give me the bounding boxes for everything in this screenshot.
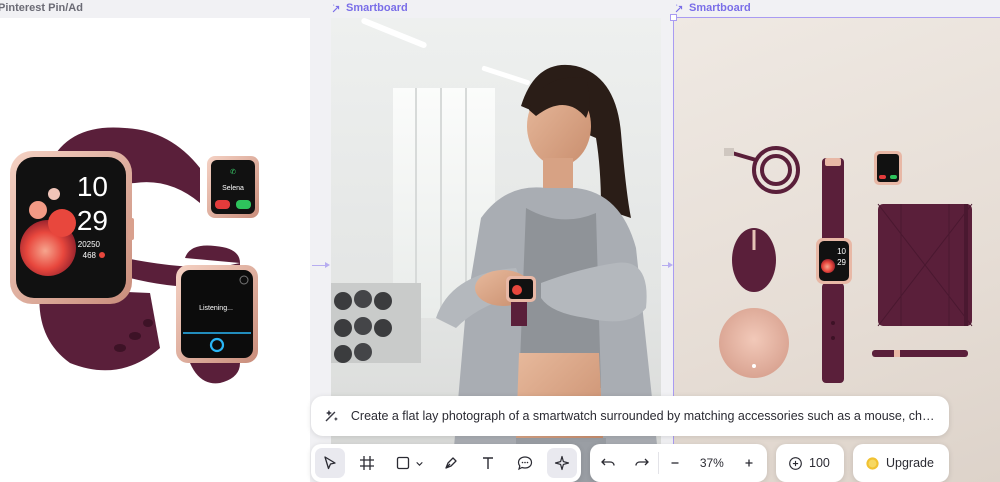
chevron-down-icon — [415, 461, 423, 466]
prompt-bar[interactable]: Create a flat lay photograph of a smartw… — [311, 396, 949, 436]
svg-text:29: 29 — [837, 258, 846, 267]
connector-line — [312, 265, 326, 266]
sparkle-arrow-icon — [332, 3, 340, 12]
comment-tool-button[interactable] — [510, 448, 540, 478]
sparkle-icon — [554, 455, 570, 471]
plus-icon — [745, 459, 753, 467]
text-tool-button[interactable] — [473, 448, 503, 478]
frame-label-smartboard-1[interactable]: Smartboard — [331, 2, 408, 14]
minus-icon — [671, 462, 679, 464]
watch-voice-status: Listening... — [199, 305, 233, 312]
frame-label-pinterest[interactable]: Pinterest Pin/Ad — [0, 2, 83, 14]
zoom-out-button[interactable] — [661, 448, 689, 478]
watch-steps: 20250 — [78, 240, 101, 249]
frame-hash-icon — [360, 456, 374, 470]
frame-label-text: Smartboard — [346, 2, 408, 14]
upgrade-label: Upgrade — [886, 456, 934, 470]
watch-minutes: 29 — [77, 205, 108, 236]
sparkle-arrow-icon — [325, 410, 338, 422]
redo-icon — [635, 458, 649, 466]
connector-arrow-icon — [668, 262, 673, 268]
prompt-text[interactable]: Create a flat lay photograph of a smartw… — [351, 409, 937, 423]
square-icon — [396, 456, 409, 470]
text-t-icon — [483, 457, 493, 469]
watch-hours: 10 — [77, 171, 108, 202]
watch-caller: Selena — [222, 185, 244, 192]
frame-pinterest-ad[interactable]: 10 29 20250 468 ✆ Selena Listening... — [0, 18, 310, 482]
zoom-in-button[interactable] — [735, 448, 763, 478]
chat-bubble-icon — [517, 456, 533, 471]
watch-heart-rate: 468 — [83, 251, 97, 260]
tool-palette — [311, 444, 581, 482]
svg-text:10: 10 — [837, 247, 846, 256]
undo-icon — [601, 458, 615, 466]
cursor-arrow-icon — [324, 456, 336, 470]
shape-tool-button[interactable] — [389, 448, 429, 478]
zoom-level[interactable]: 37% — [689, 456, 735, 470]
frame-label-text: Smartboard — [689, 2, 751, 14]
history-zoom-controls: 37% — [590, 444, 767, 482]
undo-button[interactable] — [594, 448, 622, 478]
redo-button[interactable] — [628, 448, 656, 478]
frame-label-smartboard-2[interactable]: Smartboard — [674, 2, 751, 14]
selection-handle[interactable] — [670, 14, 677, 21]
frame-label-text: Pinterest Pin/Ad — [0, 2, 83, 14]
pen-tool-button[interactable] — [436, 448, 466, 478]
select-tool-button[interactable] — [315, 448, 345, 478]
credits-button[interactable]: 100 — [776, 444, 844, 482]
pen-nib-icon — [445, 457, 457, 469]
smartwatch-product-image: 10 29 20250 468 ✆ Selena Listening... — [10, 127, 259, 384]
svg-text:✆: ✆ — [230, 168, 236, 176]
toolbar-divider — [657, 452, 659, 474]
frame-tool-button[interactable] — [352, 448, 382, 478]
ai-generate-tool-button[interactable] — [547, 448, 577, 478]
add-credits-icon — [789, 456, 802, 470]
credits-count: 100 — [809, 456, 830, 470]
connector-arrow-icon — [325, 262, 330, 268]
coin-icon — [866, 456, 879, 470]
sparkle-arrow-icon — [675, 3, 683, 12]
design-canvas[interactable]: Pinterest Pin/Ad Smartboard Smartboard 1… — [0, 0, 1000, 482]
upgrade-button[interactable]: Upgrade — [853, 444, 949, 482]
